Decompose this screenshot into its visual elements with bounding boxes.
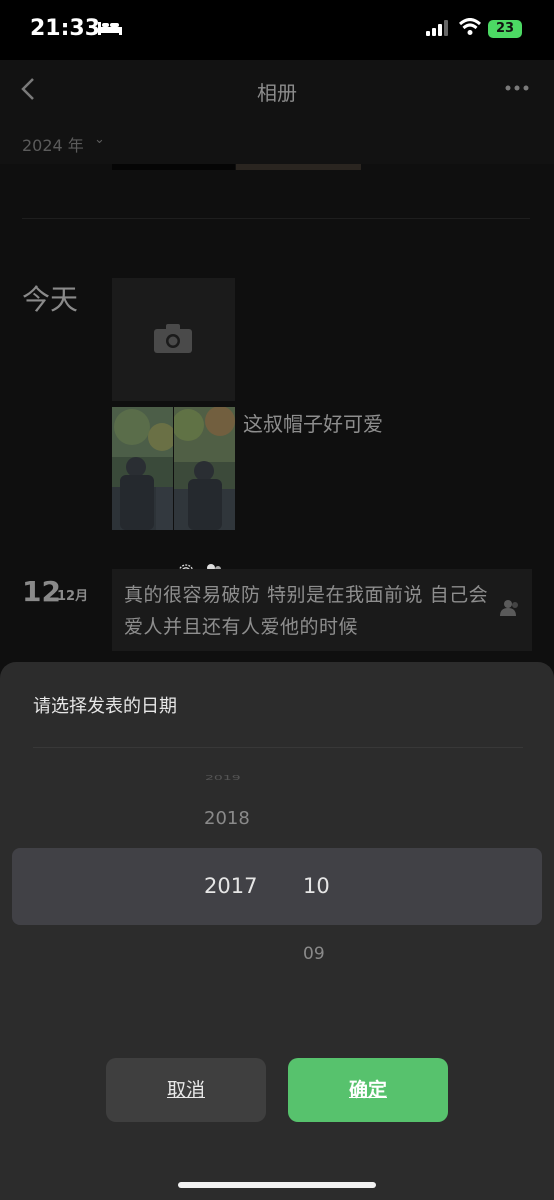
month-selected[interactable]: 10	[303, 874, 330, 898]
picker-selection-band	[12, 848, 542, 925]
nav-bar: 相册	[0, 60, 554, 118]
year-filter[interactable]: 2024 年 ⌄	[0, 118, 554, 164]
confirm-button[interactable]: 确定	[288, 1058, 448, 1122]
home-indicator[interactable]	[178, 1182, 376, 1188]
photo-peek	[236, 164, 361, 170]
wifi-icon	[459, 18, 481, 35]
camera-tile[interactable]	[112, 278, 235, 401]
more-icon[interactable]	[505, 85, 529, 91]
contacts-icon	[500, 600, 518, 616]
chevron-down-icon: ⌄	[94, 132, 105, 147]
year-option[interactable]: 2019	[205, 774, 241, 782]
text-post[interactable]: 真的很容易破防 特别是在我面前说 自己会爱人并且还有人爱他的时候	[112, 569, 532, 651]
date-picker-sheet: 请选择发表的日期 2019 2018 2017 10 09 取消 确定	[0, 662, 554, 1200]
divider	[33, 747, 523, 748]
photo-peek	[112, 164, 235, 170]
month-option[interactable]: 09	[303, 944, 325, 964]
status-time: 21:33	[30, 16, 101, 41]
year-selected[interactable]: 2017	[204, 874, 257, 898]
battery-level: 23	[495, 21, 515, 36]
cancel-button[interactable]: 取消	[106, 1058, 266, 1122]
sheet-title: 请选择发表的日期	[33, 696, 177, 717]
text-post-content: 真的很容易破防 特别是在我面前说 自己会爱人并且还有人爱他的时候	[124, 584, 489, 638]
divider	[22, 218, 530, 219]
status-bar: 21:33 23	[0, 0, 554, 60]
page-title: 相册	[257, 81, 297, 105]
cellular-signal-icon	[426, 20, 448, 36]
post-caption: 这叔帽子好可爱	[243, 412, 383, 436]
today-label: 今天	[22, 283, 79, 316]
sleep-focus-icon	[98, 22, 122, 35]
date-day: 12	[22, 575, 61, 608]
battery-icon: 23	[488, 20, 522, 38]
year-filter-label: 2024 年	[22, 136, 84, 155]
year-option[interactable]: 2018	[204, 808, 250, 829]
post-photo[interactable]	[112, 407, 173, 530]
post-photo[interactable]	[174, 407, 235, 530]
camera-icon	[154, 324, 192, 353]
date-month: 12月	[57, 589, 89, 604]
